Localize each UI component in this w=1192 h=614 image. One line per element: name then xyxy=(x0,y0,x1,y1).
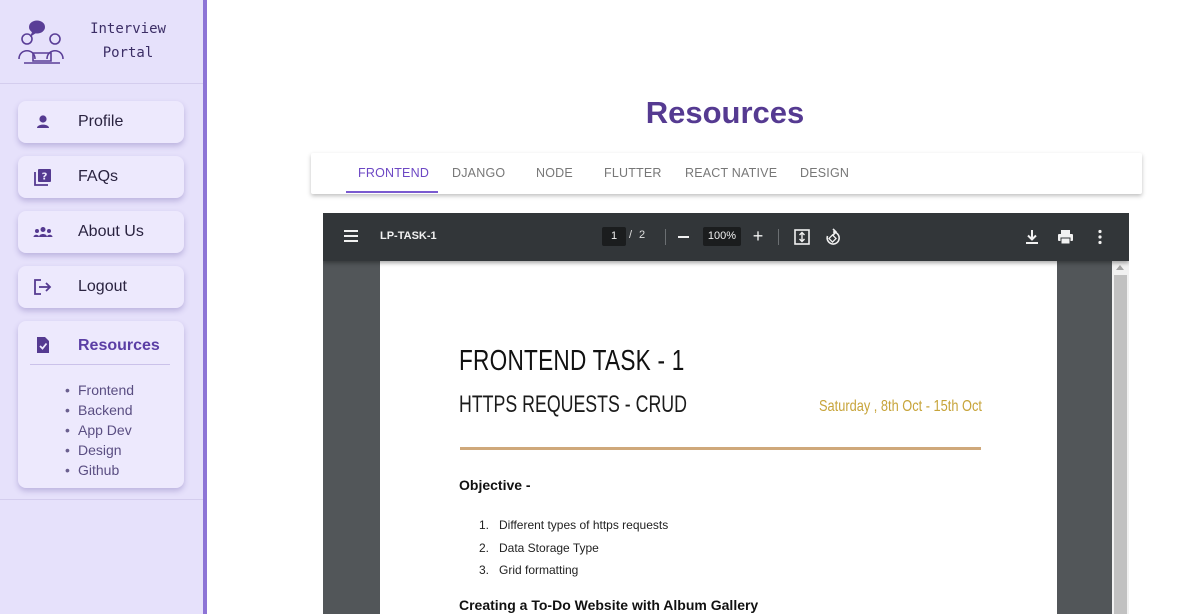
zoom-input[interactable]: 100% xyxy=(703,227,741,246)
pdf-viewer[interactable]: LP-TASK-1 1 / 2 100% + FRONTEND TASK - 1… xyxy=(323,213,1129,614)
scroll-up-arrow-icon[interactable] xyxy=(1116,265,1124,270)
page-separator: / xyxy=(629,229,633,241)
pdf-toolbar: LP-TASK-1 1 / 2 100% + xyxy=(323,213,1129,261)
sidebar-item-label: About Us xyxy=(78,223,144,240)
tab-design[interactable]: DESIGN xyxy=(800,166,849,180)
sidebar-item-label: FAQs xyxy=(78,168,119,185)
tab-react-native[interactable]: REACT NATIVE xyxy=(685,166,777,180)
tab-flutter[interactable]: FLUTTER xyxy=(604,166,662,180)
brand-line-1: Interview xyxy=(90,21,166,37)
list-item: 3. Grid formatting xyxy=(479,559,668,582)
resources-links: Frontend Backend App Dev Design Github xyxy=(65,380,134,480)
resource-tabs: FRONTEND DJANGO NODE FLUTTER REACT NATIV… xyxy=(311,153,1142,194)
list-number: 2. xyxy=(479,540,490,555)
rotate-icon[interactable] xyxy=(824,228,842,246)
divider xyxy=(778,229,779,245)
assignment-icon xyxy=(37,337,49,353)
section-heading: Creating a To-Do Website with Album Gall… xyxy=(459,597,759,613)
tab-frontend[interactable]: FRONTEND xyxy=(358,166,429,180)
list-text: Grid formatting xyxy=(499,563,579,577)
fit-to-page-icon[interactable] xyxy=(794,229,810,245)
print-icon[interactable] xyxy=(1057,229,1074,245)
objective-list: 1. Different types of https requests 2. Da… xyxy=(479,514,668,582)
sidebar-item-about-us[interactable]: About Us xyxy=(18,211,184,253)
scroll-thumb[interactable] xyxy=(1114,275,1127,614)
sidebar-item-label: Logout xyxy=(78,278,127,295)
divider xyxy=(665,229,666,245)
document-title: FRONTEND TASK - 1 xyxy=(459,345,685,377)
objective-heading: Objective - xyxy=(459,477,531,493)
resource-link-design[interactable]: Design xyxy=(65,440,134,460)
list-item: 1. Different types of https requests xyxy=(479,514,668,537)
resources-label: Resources xyxy=(78,337,160,354)
resource-link-frontend[interactable]: Frontend xyxy=(65,380,134,400)
brand-line-2: Portal xyxy=(102,45,154,61)
list-number: 1. xyxy=(479,518,490,532)
brand[interactable]: Interview Portal xyxy=(0,0,203,84)
resource-link-app-dev[interactable]: App Dev xyxy=(65,420,134,440)
resource-link-github[interactable]: Github xyxy=(65,460,134,480)
more-options-icon[interactable] xyxy=(1097,229,1103,245)
tab-django[interactable]: DJANGO xyxy=(452,166,505,180)
zoom-out-button[interactable] xyxy=(678,236,689,238)
list-text: Different types of https requests xyxy=(499,518,669,532)
document-date: Saturday , 8th Oct - 15th Oct xyxy=(819,398,982,415)
sidebar-item-faqs[interactable]: ? FAQs xyxy=(18,156,184,198)
download-icon[interactable] xyxy=(1025,229,1039,245)
divider xyxy=(30,364,170,365)
resource-link-backend[interactable]: Backend xyxy=(65,400,134,420)
svg-text:?: ? xyxy=(42,172,48,183)
sidebar-item-label: Profile xyxy=(78,113,124,130)
total-pages: 2 xyxy=(639,229,646,241)
document-subtitle: HTTPS REQUESTS - CRUD xyxy=(459,391,687,418)
divider xyxy=(0,499,203,500)
page-title: Resources xyxy=(645,95,805,130)
list-text: Data Storage Type xyxy=(499,540,599,555)
faq-icon: ? xyxy=(34,169,51,186)
list-item: 2. Data Storage Type xyxy=(479,537,668,560)
list-number: 3. xyxy=(479,563,490,577)
sidebar: Interview Portal Profile ? FAQs About Us xyxy=(0,0,207,614)
group-icon xyxy=(33,227,53,237)
pdf-scrollbar[interactable] xyxy=(1112,261,1129,614)
tab-node[interactable]: NODE xyxy=(536,166,573,180)
sidebar-item-logout[interactable]: Logout xyxy=(18,266,184,308)
logout-icon xyxy=(34,279,52,295)
menu-icon[interactable] xyxy=(344,230,358,242)
brand-name: Interview Portal xyxy=(80,17,176,65)
pdf-file-name: LP-TASK-1 xyxy=(380,230,437,242)
document-divider xyxy=(460,447,981,450)
sidebar-item-profile[interactable]: Profile xyxy=(18,101,184,143)
person-icon xyxy=(37,115,49,128)
pdf-page: FRONTEND TASK - 1 HTTPS REQUESTS - CRUD … xyxy=(380,261,1057,614)
active-tab-indicator xyxy=(346,191,438,193)
interview-logo-icon xyxy=(18,20,64,64)
page-number-input[interactable]: 1 xyxy=(602,227,626,246)
sidebar-item-resources[interactable]: Resources Frontend Backend App Dev Desig… xyxy=(18,321,184,488)
zoom-in-button[interactable]: + xyxy=(752,225,764,249)
